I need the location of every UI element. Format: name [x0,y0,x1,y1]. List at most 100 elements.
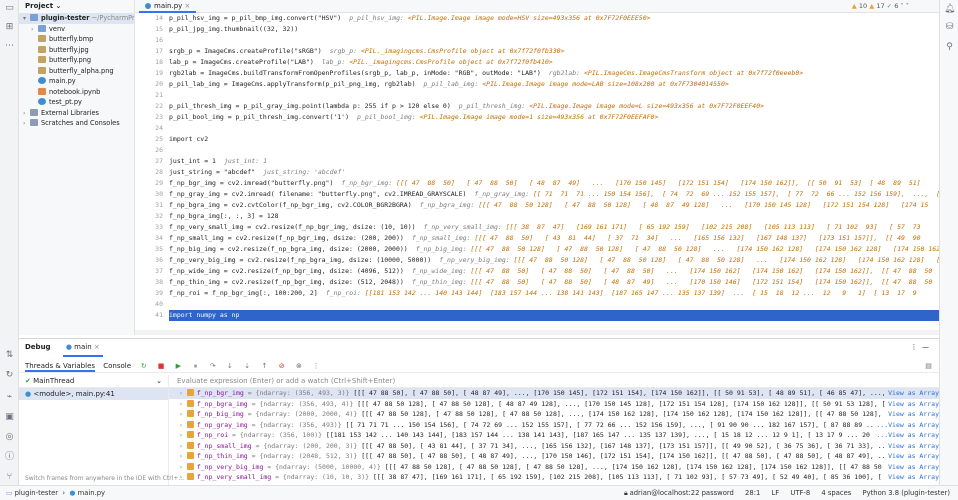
thread-selector[interactable]: ✔ MainThread ⌄ [19,375,168,388]
problems-icon[interactable]: ◎ [4,432,15,443]
indent-setting[interactable]: 4 spaces [821,489,851,497]
code-line[interactable] [169,299,939,310]
variable-row[interactable]: › f_np_gray_img = {ndarray: (356, 493)} … [169,419,939,430]
code-line[interactable]: p_pil_hsv_img = p_pil_bmp_img.convert("H… [169,13,939,24]
tree-root[interactable]: ▾ plugin-tester ~/PycharmPro [19,13,134,24]
variable-row[interactable]: › f_np_small_img = {ndarray: (200, 200, … [169,440,939,451]
python-interpreter[interactable]: Python 3.8 (plugin-tester) [863,489,951,497]
chevron-right-icon[interactable]: › [179,421,187,429]
inline-value[interactable]: [[181 153 142 ... 140 143 144] [183 157 … [365,289,917,297]
code-line[interactable]: lab_p = ImageCms.createProfile("LAB") lab… [169,57,939,68]
pause-icon[interactable]: ⏸ [191,359,200,373]
inline-value[interactable]: [[[ 38 87 47] [169 161 171] [ 65 192 159… [506,223,921,231]
chevron-right-icon[interactable]: › [179,442,187,450]
view-as-array-link[interactable]: ...View as Array [873,419,939,430]
tree-item-file[interactable]: butterfly.bmp [19,34,134,45]
variable-row[interactable]: › f_np_very_small_img = {ndarray: (10, 1… [169,472,939,483]
chevron-right-icon[interactable]: › [179,389,187,397]
chevron-down-icon[interactable]: ⌄ [156,375,162,388]
code-line[interactable] [169,35,939,46]
chevron-right-icon[interactable]: › [179,463,187,471]
stop-icon[interactable]: ■ [157,359,166,373]
tree-item-file[interactable]: butterfly_alpha.png [19,66,134,77]
chevron-right-icon[interactable]: › [179,400,187,408]
inline-value[interactable]: [[[ 47 88 50] [ 47 88 50] [ 47 88 50] ..… [471,267,933,275]
code-line[interactable]: f_np_big_img = cv2.resize(f_np_bgra_img,… [169,244,939,255]
view-breakpoints-icon[interactable]: ⊘ [277,359,286,373]
debug-icon[interactable]: ⇅ [4,350,15,361]
step-into-my-code-icon[interactable]: ⇣ [243,359,252,373]
editor-tab-main[interactable]: main.py × [139,1,197,13]
stack-frame[interactable]: ● <module>, main.py:41 [19,388,168,400]
info-icon[interactable]: ⓘ [4,452,15,463]
inline-value[interactable]: [[[ 47 88 50] [ 43 81 44] [ 37 71 34] ..… [474,234,920,242]
notifications-icon[interactable]: 🔔︎ [944,4,955,15]
variable-row[interactable]: › f_np_roi = {ndarray: (356, 100)} [[181… [169,430,939,441]
code-line[interactable]: p_pil_bool_img = p_pil_thresh_img.conver… [169,112,939,123]
tree-item-file[interactable]: notebook.ipynb [19,87,134,98]
code-line[interactable]: p_pil_thresh_img = p_pil_gray_img.point(… [169,101,939,112]
chevron-right-icon[interactable]: › [23,119,30,130]
code-line[interactable]: f_np_bgra_img = cv2.cvtColor(f_np_bgr_im… [169,200,939,211]
tree-item-file[interactable]: test_pt.py [19,97,134,108]
more-icon[interactable]: ⋯ [4,41,15,52]
file-encoding[interactable]: UTF-8 [790,489,810,497]
caret-position[interactable]: 28:1 [745,489,760,497]
view-as-array-link[interactable]: View as Array [885,409,939,420]
sciview-icon[interactable]: ⚲ [944,42,955,53]
tree-item-file[interactable]: main.py [19,76,134,87]
remote-host[interactable]: adrian@localhost:22 password [630,489,734,497]
chevron-right-icon[interactable]: › [179,452,187,460]
python-console-icon[interactable]: ⌁ [4,392,15,403]
code-line[interactable]: f_np_thin_img = cv2.resize(f_np_bgr_img,… [169,277,939,288]
chevron-right-icon[interactable]: › [179,410,187,418]
view-as-array-link[interactable]: ...View as Array [873,430,939,441]
tree-item-file[interactable]: butterfly.jpg [19,45,134,56]
view-as-array-link[interactable]: View as Array [885,461,939,472]
mute-breakpoints-icon[interactable]: ⊗ [294,359,303,373]
inline-value[interactable]: <PIL._imagingcms.CmsProfile object at 0x… [361,47,565,55]
code-line[interactable] [169,145,939,156]
inline-value[interactable]: <PIL.Image.Image image mode=LAB size=108… [482,80,729,88]
code-line[interactable] [169,123,939,134]
code-line[interactable]: import numpy as np [169,310,939,321]
code-line[interactable]: srgb_p = ImageCms.createProfile("sRGB") s… [169,46,939,57]
run-icon[interactable]: ↻ [4,370,15,381]
code-line[interactable]: f_np_very_small_img = cv2.resize(f_np_bg… [169,222,939,233]
inline-value[interactable]: [[[ 47 88 50 128] [ 47 88 50 128] [ 47 8… [514,256,939,264]
view-as-array-link[interactable]: View as Array [885,472,939,483]
code-line[interactable]: p_pil_lab_img = ImageCms.applyTransform(… [169,79,939,90]
inline-value[interactable]: <PIL.Image.Image image mode=HSV size=493… [408,14,651,22]
code-line[interactable]: f_np_wide_img = cv2.resize(f_np_bgr_img,… [169,266,939,277]
step-out-icon[interactable]: ↑ [260,359,269,373]
code-line[interactable]: f_np_gray_img = cv2.imread( filename: "b… [169,189,939,200]
code-line[interactable] [169,90,939,101]
variable-row[interactable]: › f_np_thin_img = {ndarray: (2048, 512, … [169,451,939,462]
git-icon[interactable]: ⑂ [4,472,15,483]
variable-row[interactable]: › f_np_bgra_img = {ndarray: (356, 493, 4… [169,398,939,409]
code-line[interactable]: f_np_bgra_img[:, :, 3] = 128 [169,211,939,222]
project-title[interactable]: Project ⌄ [19,0,134,13]
breadcrumb[interactable]: ▭ plugin-tester › ● main.py [6,486,105,500]
step-over-icon[interactable]: ↷ [208,359,217,373]
tree-item-external-libraries[interactable]: › External Libraries [19,108,134,119]
code-line[interactable]: just_string = "abcdef" just_string: 'abcd… [169,167,939,178]
inline-value[interactable]: [[ 71 71 71 ... 150 154 156], [ 74 72 69… [533,190,939,198]
view-as-array-link[interactable]: View as Array [885,388,939,399]
inline-value[interactable]: [[[ 47 88 50] [ 47 88 50] [ 48 87 49] ..… [471,278,933,286]
code-editor[interactable]: 14 15 16 17 18 19 20 21 22 23 24 25 26 27 28 29 30 31 32 33… [135,13,939,330]
inspection-widget[interactable]: ▲ 10 ▲ 17 ✓ 6 ˄ ˅ [852,2,909,10]
inline-value[interactable]: <PIL._imagingcms.CmsProfile object at 0x… [349,58,553,66]
project-folder-icon[interactable]: ▭ [4,3,15,14]
rerun-icon[interactable]: ↻ [139,359,148,373]
chevron-right-icon[interactable]: › [179,473,187,481]
view-as-array-link[interactable]: View as Array [885,440,939,451]
resume-icon[interactable]: ▶ [174,359,183,373]
view-as-array-link[interactable]: View as Array [885,451,939,462]
editor-horizontal-scrollbar[interactable] [135,330,939,335]
chevron-down-icon[interactable]: ˅ [906,2,909,10]
tree-item-venv[interactable]: › venv [19,24,134,35]
terminal-icon[interactable]: ▣ [4,412,15,423]
structure-icon[interactable]: ⊞ [4,22,15,33]
close-icon[interactable]: × [94,343,100,351]
